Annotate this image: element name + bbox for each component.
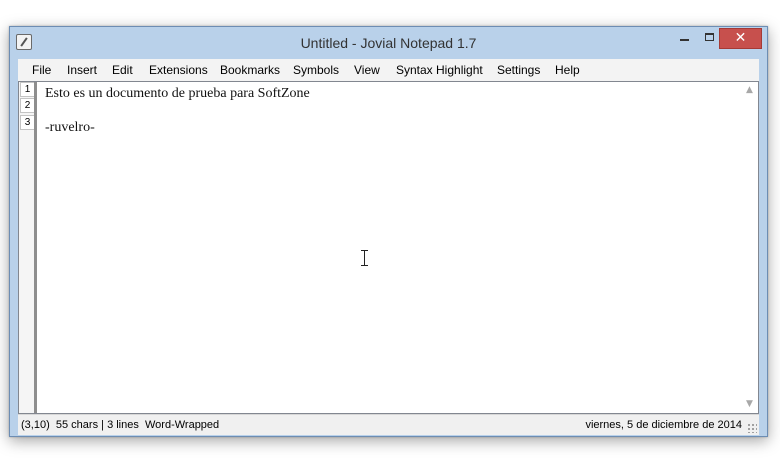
line-number: 1 (20, 82, 35, 97)
menu-bar: File Insert Edit Extensions Bookmarks Sy… (18, 59, 759, 82)
gutter-divider (34, 82, 37, 413)
line-number: 3 (20, 115, 35, 130)
status-bar: (3,10) 55 chars | 3 lines Word-Wrapped v… (18, 414, 759, 435)
scroll-up-icon[interactable]: ▲ (741, 82, 758, 99)
menu-edit[interactable]: Edit (112, 63, 133, 77)
title-bar[interactable]: Untitled - Jovial Notepad 1.7 ✕ (10, 27, 767, 59)
wrap-mode: Word-Wrapped (144, 419, 220, 431)
menu-insert[interactable]: Insert (67, 63, 97, 77)
close-icon[interactable]: ✕ (720, 30, 761, 46)
vertical-scrollbar[interactable]: ▲ ▼ (741, 82, 758, 413)
editor-line[interactable]: -ruvelro- (45, 120, 95, 136)
status-left: (3,10) 55 chars | 3 lines Word-Wrapped (21, 419, 220, 431)
line-count: 3 lines (107, 419, 139, 431)
line-number: 2 (20, 98, 35, 113)
char-count: 55 chars (55, 419, 99, 431)
notepad-window: Untitled - Jovial Notepad 1.7 ✕ File Ins… (9, 26, 768, 437)
resize-grip-icon[interactable] (747, 423, 757, 433)
text-cursor-icon (360, 250, 369, 266)
menu-syntax-highlight[interactable]: Syntax Highlight (396, 63, 483, 77)
window-title: Untitled - Jovial Notepad 1.7 (300, 35, 477, 51)
editor[interactable]: 1 2 3 Esto es un documento de prueba par… (18, 81, 759, 414)
menu-view[interactable]: View (354, 63, 380, 77)
minimize-icon[interactable] (671, 28, 697, 48)
status-date: viernes, 5 de diciembre de 2014 (585, 419, 742, 431)
close-button[interactable]: ✕ (719, 28, 762, 49)
cursor-position: (3,10) (21, 419, 50, 431)
menu-file[interactable]: File (32, 63, 51, 77)
scroll-down-icon[interactable]: ▼ (741, 396, 758, 413)
menu-help[interactable]: Help (555, 63, 580, 77)
menu-extensions[interactable]: Extensions (149, 63, 208, 77)
menu-settings[interactable]: Settings (497, 63, 540, 77)
menu-bookmarks[interactable]: Bookmarks (220, 63, 280, 77)
editor-line[interactable]: Esto es un documento de prueba para Soft… (45, 86, 310, 102)
menu-symbols[interactable]: Symbols (293, 63, 339, 77)
line-number-gutter: 1 2 3 (19, 82, 37, 413)
